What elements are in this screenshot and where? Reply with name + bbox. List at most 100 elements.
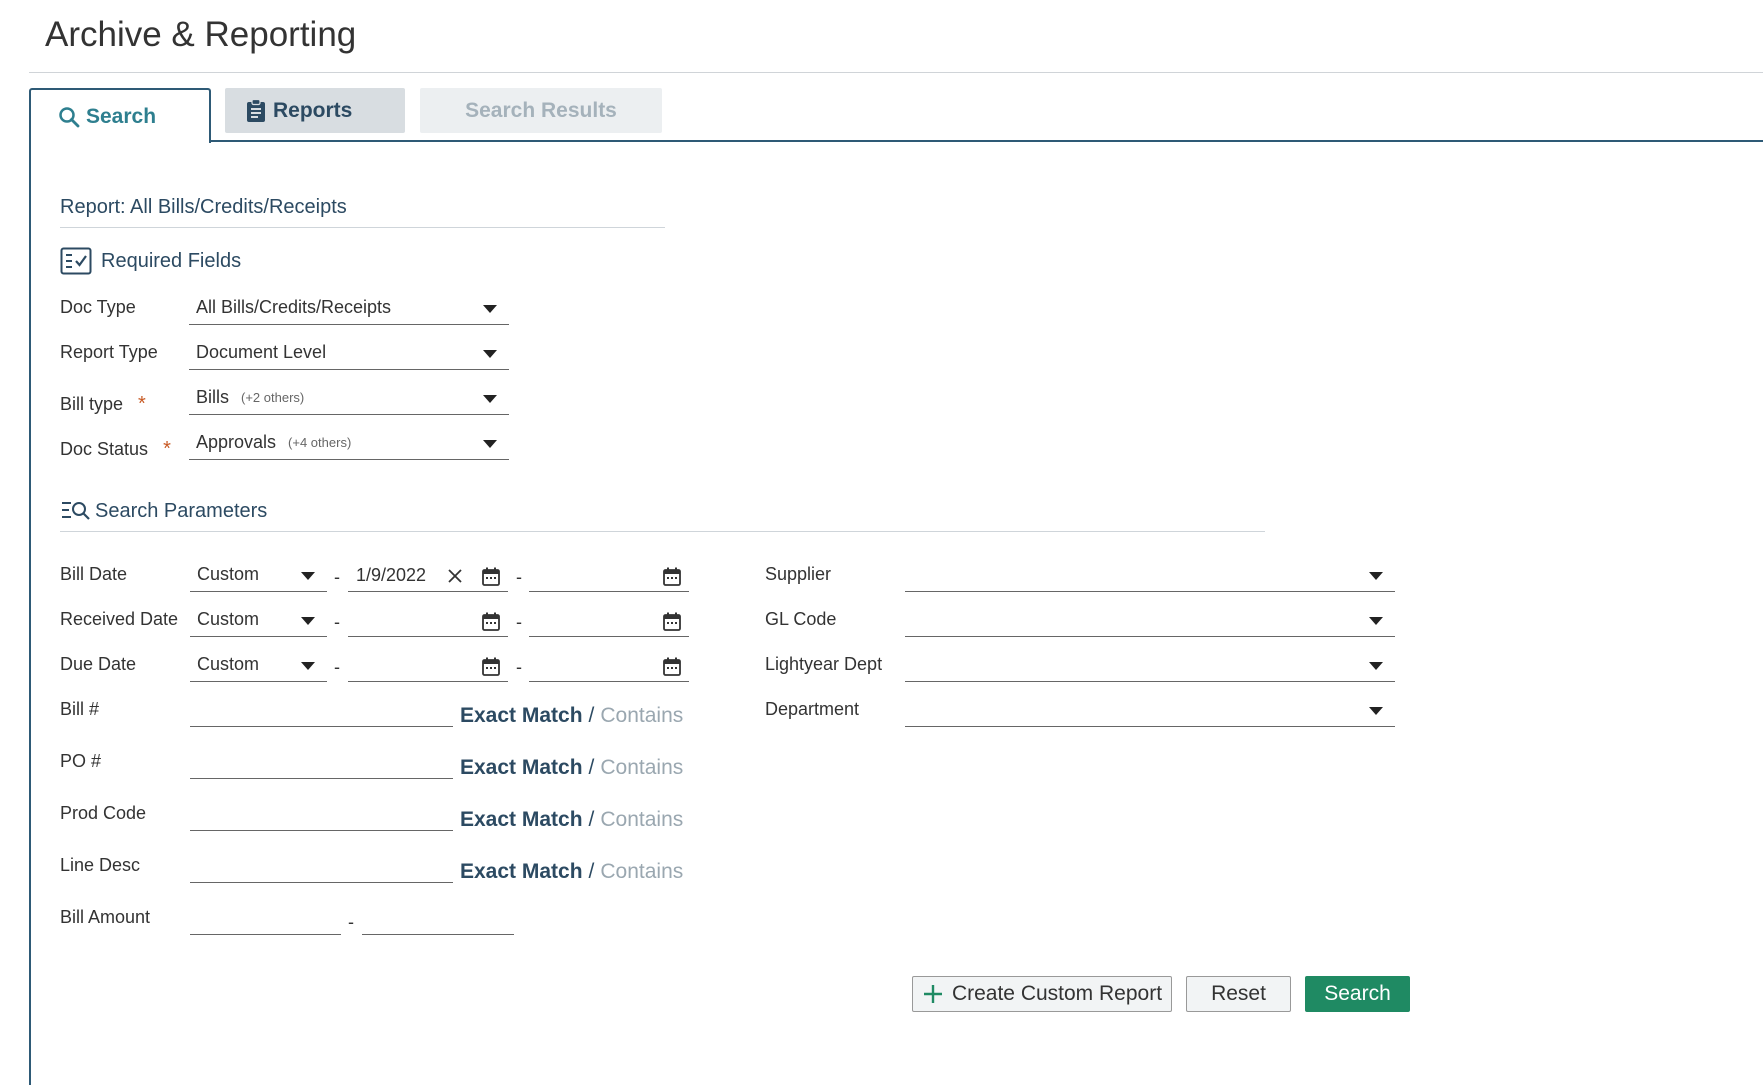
chevron-down-icon <box>483 440 497 448</box>
search-parameters-heading: Search Parameters <box>95 500 268 522</box>
tab-reports-label: Reports <box>273 98 353 122</box>
page-title: Archive & Reporting <box>45 15 357 54</box>
chevron-down-icon <box>301 662 315 670</box>
received-date-label: Received Date <box>60 609 179 629</box>
gl-code-select[interactable] <box>905 603 1395 637</box>
chevron-down-icon <box>1369 572 1383 580</box>
department-select[interactable] <box>905 693 1395 727</box>
reset-button[interactable]: Reset <box>1186 976 1291 1012</box>
contains-option[interactable]: Contains <box>600 704 683 727</box>
bill-type-select[interactable]: Bills (+2 others) <box>189 381 509 415</box>
calendar-icon[interactable] <box>663 612 681 631</box>
range-dash: - <box>334 657 340 677</box>
prod-code-label: Prod Code <box>60 803 147 823</box>
range-dash: - <box>516 612 522 632</box>
create-custom-report-button[interactable]: Create Custom Report <box>912 976 1172 1012</box>
tab-reports[interactable]: Reports <box>225 88 405 133</box>
contains-option[interactable]: Contains <box>600 808 683 831</box>
required-star: * <box>138 393 146 415</box>
doc-status-more: (+4 others) <box>288 435 352 450</box>
calendar-icon[interactable] <box>482 567 500 586</box>
lightyear-dept-label: Lightyear Dept <box>765 654 883 674</box>
contains-option[interactable]: Contains <box>600 756 683 779</box>
doc-status-select[interactable]: Approvals (+4 others) <box>189 426 509 460</box>
received-date-from-input[interactable] <box>348 605 508 637</box>
doc-type-select[interactable]: All Bills/Credits/Receipts <box>189 291 509 325</box>
supplier-label: Supplier <box>765 564 832 584</box>
bill-date-from-value: 1/9/2022 <box>356 565 427 585</box>
create-custom-report-label: Create Custom Report <box>951 982 1163 1005</box>
range-dash: - <box>334 612 340 632</box>
search-button[interactable]: Search <box>1305 976 1410 1012</box>
bill-amount-from-input[interactable] <box>190 903 341 935</box>
exact-match-option[interactable]: Exact Match <box>460 860 583 883</box>
calendar-icon[interactable] <box>663 657 681 676</box>
chevron-down-icon <box>1369 617 1383 625</box>
prod-code-input[interactable] <box>190 799 453 831</box>
range-dash: - <box>516 567 522 587</box>
department-label: Department <box>765 699 860 719</box>
exact-match-option[interactable]: Exact Match <box>460 756 583 779</box>
range-dash: - <box>348 912 354 932</box>
exact-match-option[interactable]: Exact Match <box>460 704 583 727</box>
bill-amount-to-input[interactable] <box>362 903 514 935</box>
bill-date-mode-value: Custom <box>197 564 260 584</box>
due-date-mode-select[interactable]: Custom <box>190 648 327 682</box>
report-type-value: Document Level <box>196 342 327 362</box>
range-dash: - <box>516 657 522 677</box>
plus-icon <box>923 985 942 1003</box>
prod-code-match-toggle: Exact Match / Contains <box>460 808 684 831</box>
panel-border <box>29 140 31 1085</box>
bill-date-from-input[interactable]: 1/9/2022 <box>348 560 508 592</box>
doc-status-value: Approvals <box>196 432 277 452</box>
clipboard-icon <box>247 98 265 122</box>
tab-search-label: Search <box>86 104 157 128</box>
bill-type-label: Bill type * <box>60 393 146 415</box>
required-fields-heading: Required Fields <box>101 250 242 272</box>
line-desc-label: Line Desc <box>60 855 141 875</box>
chevron-down-icon <box>483 395 497 403</box>
chevron-down-icon <box>301 572 315 580</box>
supplier-select[interactable] <box>905 558 1395 592</box>
required-star: * <box>163 438 171 460</box>
bill-date-mode-select[interactable]: Custom <box>190 558 327 592</box>
tab-search-results[interactable]: Search Results <box>420 88 662 133</box>
title-divider <box>29 72 1763 73</box>
bill-date-label: Bill Date <box>60 564 128 584</box>
range-dash: - <box>334 567 340 587</box>
tab-search[interactable]: Search <box>29 88 211 143</box>
chevron-down-icon <box>483 305 497 313</box>
search-icon <box>59 106 80 127</box>
bill-date-to-input[interactable] <box>529 560 689 592</box>
received-date-to-input[interactable] <box>529 605 689 637</box>
calendar-icon[interactable] <box>482 612 500 631</box>
report-type-select[interactable]: Document Level <box>189 336 509 370</box>
lightyear-dept-select[interactable] <box>905 648 1395 682</box>
chevron-down-icon <box>301 617 315 625</box>
calendar-icon[interactable] <box>482 657 500 676</box>
due-date-label: Due Date <box>60 654 137 674</box>
doc-status-label: Doc Status * <box>60 438 171 460</box>
po-number-input[interactable] <box>190 747 453 779</box>
bill-amount-label: Bill Amount <box>60 907 151 927</box>
bill-type-more: (+2 others) <box>241 390 305 405</box>
line-desc-input[interactable] <box>190 851 453 883</box>
report-title: Report: All Bills/Credits/Receipts <box>60 196 347 218</box>
due-date-mode-value: Custom <box>197 654 260 674</box>
received-date-mode-select[interactable]: Custom <box>190 603 327 637</box>
exact-match-option[interactable]: Exact Match <box>460 808 583 831</box>
bill-number-match-toggle: Exact Match / Contains <box>460 704 684 727</box>
bill-number-input[interactable] <box>190 695 453 727</box>
report-type-label: Report Type <box>60 342 158 362</box>
due-date-to-input[interactable] <box>529 650 689 682</box>
calendar-icon[interactable] <box>663 567 681 586</box>
doc-type-label: Doc Type <box>60 297 136 317</box>
due-date-from-input[interactable] <box>348 650 508 682</box>
params-divider <box>60 531 1265 532</box>
search-list-icon <box>61 500 91 527</box>
po-number-match-toggle: Exact Match / Contains <box>460 756 684 779</box>
clear-icon[interactable] <box>447 568 463 584</box>
line-desc-match-toggle: Exact Match / Contains <box>460 860 684 883</box>
checklist-icon <box>60 247 92 280</box>
contains-option[interactable]: Contains <box>600 860 683 883</box>
